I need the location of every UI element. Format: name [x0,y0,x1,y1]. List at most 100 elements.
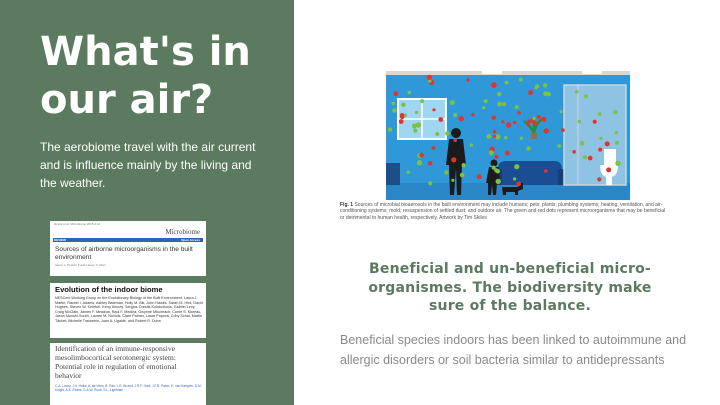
microorganism-dot [543,91,548,96]
microorganism-dot [572,150,576,154]
microorganism-dot [561,128,565,132]
article-meta: Grand et al. Microbiome 2015,3:10 [54,222,101,226]
article-title: Sources of airborne microorganisms in th… [55,246,193,261]
microorganism-dot [482,106,486,110]
microorganism-dot [519,136,523,140]
microorganism-dot [400,113,404,117]
microorganism-dot [488,150,494,156]
figure-caption: Fig. 1 Sources of microbial bioaerosols … [340,202,670,221]
microorganism-dot [512,120,517,125]
microorganism-dot [526,122,530,127]
microorganism-dot [401,102,406,107]
open-access-label: Open Access [181,238,200,242]
sofa-icon [498,161,562,185]
microorganism-dot [466,78,470,82]
microorganism-dot [432,108,436,112]
microorganism-dot [387,127,393,132]
microorganism-dot [391,101,395,106]
microorganism-dot [471,113,475,117]
main-heading: Beneficial and un-beneficial micro-organ… [368,261,652,314]
microorganism-dot [431,146,436,150]
microorganism-dot [416,160,423,166]
microorganism-dot [419,152,424,158]
microorganism-dot [438,117,444,122]
microorganism-dot [492,130,497,134]
microorganism-dot [501,120,505,124]
microorganism-dot [543,83,548,88]
microorganism-dot [526,146,531,151]
microorganism-dot [613,110,618,115]
microorganism-dot [587,155,593,161]
microorganism-dot [445,131,450,136]
microorganism-dot [451,178,455,182]
microorganism-dot [514,164,520,170]
microorganism-dot [502,102,507,107]
microorganism-dot [533,121,538,126]
article-author-links[interactable]: C.A. Lowry, J.H. Hollis, A. de Vries, B.… [55,384,203,393]
side-cabinet [386,163,400,185]
microorganism-dot [428,181,433,186]
microorganism-dot [398,119,404,124]
microorganism-dot [505,122,512,128]
slide-body-text: The aerobiome travel with the air curren… [40,140,256,190]
microorganism-dot [406,170,410,174]
microorganism-dot [614,131,618,135]
microorganism-dot [392,108,397,113]
microorganism-dot [393,91,399,97]
slide-title: What's in our air? [40,29,251,123]
microorganism-dot [495,178,501,185]
microorganism-dot [407,90,412,95]
microorganism-dot [426,74,433,80]
microorganism-dot [577,119,582,124]
microorganism-dot [444,170,449,175]
article-title: Evolution of the indoor biome [55,285,163,294]
microorganism-dot [541,116,547,122]
microorganism-dot [528,90,533,95]
microorganism-dot [582,155,588,160]
microorganism-dot [543,128,549,134]
microorganism-dot [512,177,517,181]
article-authors: NESCent Working Group on the Evolutionar… [55,296,203,323]
left-panel: What's in our air? The aerobiome travel … [0,0,294,405]
microorganism-dot [420,99,425,104]
ceiling-vent-icon [482,71,502,74]
microorganism-dot [543,169,548,173]
microorganism-dot [580,141,585,146]
microorganism-dot [491,82,497,88]
microorganism-dot [449,100,455,106]
microorganism-dot [534,86,538,90]
main-paragraph: Beneficial species indoors has been link… [340,333,687,367]
microorganism-dot [574,90,579,94]
article-card-serotonergic: Identification of an immune-responsive m… [50,343,206,405]
article-card-indoor-biome: Evolution of the indoor biome NESCent Wo… [50,283,206,338]
microorganism-dot [604,141,610,147]
article-type-label: REVIEW [54,238,66,242]
microorganism-dot [476,174,482,180]
microorganism-dot [518,77,523,82]
shower-head-icon [582,71,602,74]
microorganism-dot [494,154,499,159]
microorganism-dot [597,177,602,182]
article-title: Identification of an immune-responsive m… [55,344,177,380]
microorganism-dot [597,112,602,117]
microorganism-dot [504,135,508,140]
microorganism-dot [427,160,433,166]
microorganism-dot [453,138,457,142]
microorganism-dot [615,160,621,166]
microorganism-dot [494,168,499,173]
microorganism-dot [592,119,597,124]
journal-brand: Microbiome [165,228,200,236]
article-authors: Aaron J. Prussin II and Linsey C. Marr [55,263,106,267]
microorganism-dot [458,116,464,122]
microorganism-dot [411,123,417,129]
microorganism-dot [516,181,521,187]
microorganism-dot [413,128,418,133]
microorganism-dot [493,134,497,138]
microorganism-dot [583,94,588,99]
microorganism-dot [435,132,440,136]
microorganism-dot [453,113,458,118]
microorganism-dot [486,134,492,139]
microorganism-dot [497,101,503,107]
figure-caption-label: Fig. 1 [340,202,354,208]
microorganism-dot [461,163,466,168]
